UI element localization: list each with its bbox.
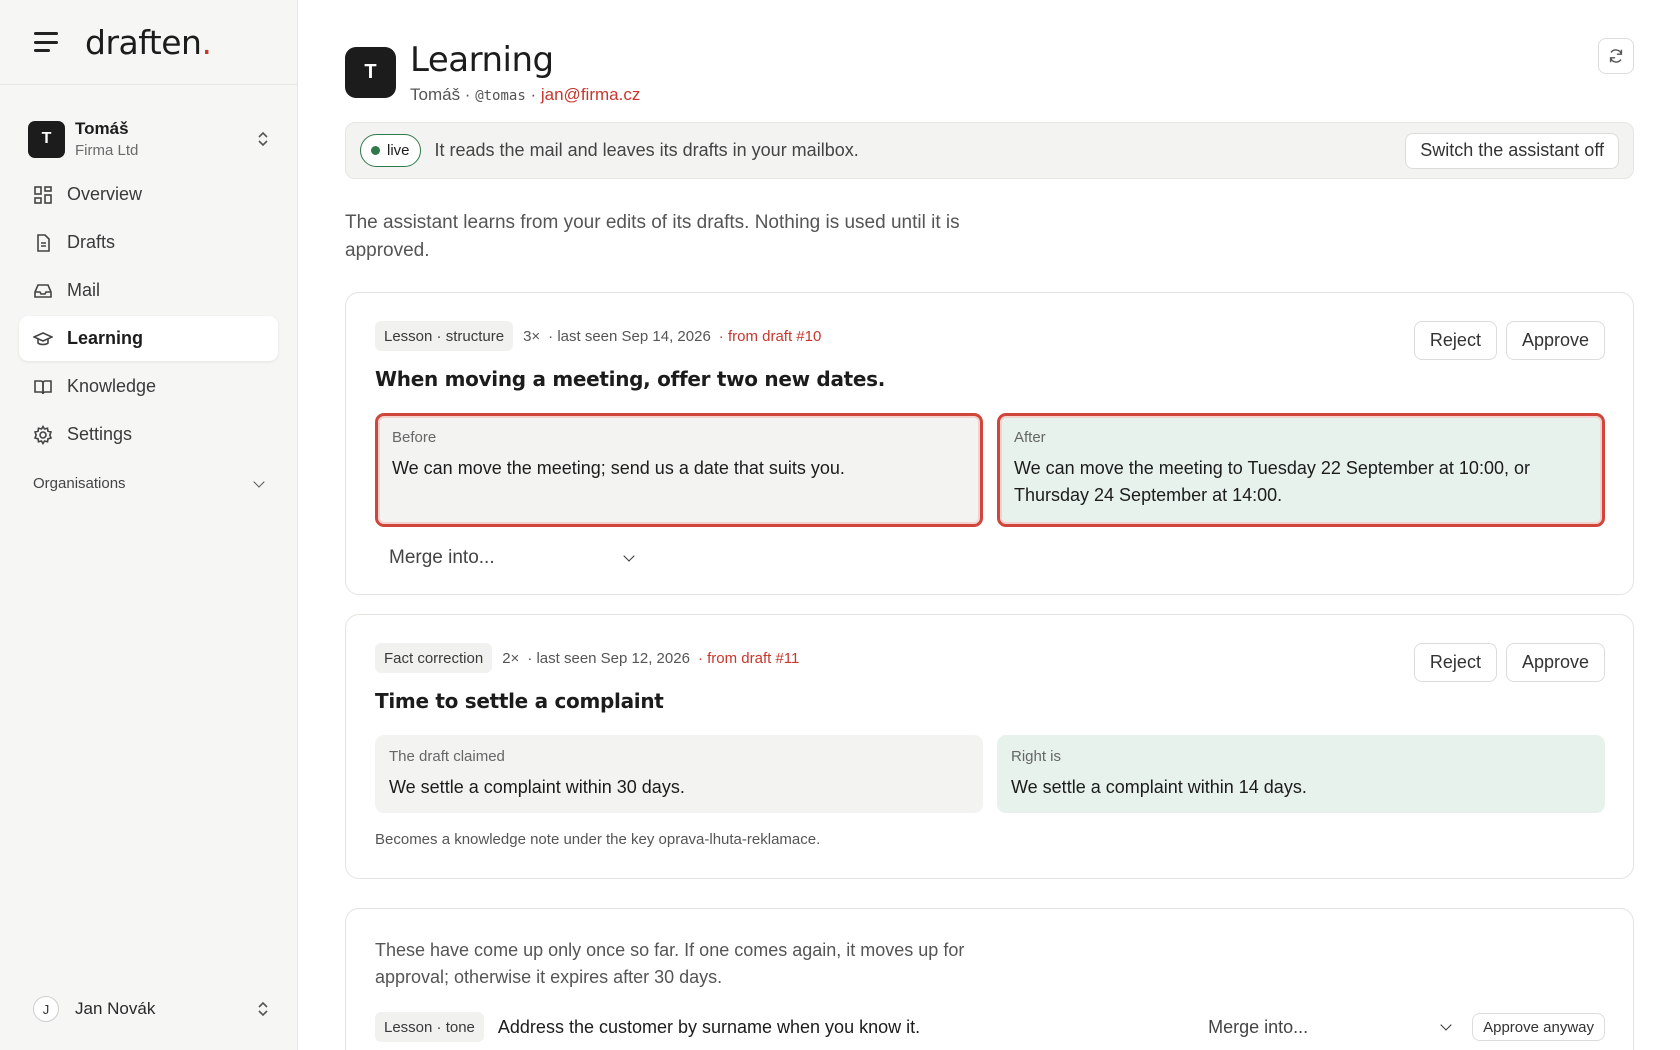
intro-text: The assistant learns from your edits of …: [345, 212, 960, 261]
pending-description: These have come up only once so far. If …: [375, 940, 965, 987]
chevron-down-icon: [253, 475, 265, 488]
grid-icon: [33, 185, 53, 205]
document-icon: [33, 233, 53, 253]
header-handle: @tomas: [475, 88, 526, 104]
lesson-actions: Reject Approve: [1413, 643, 1605, 682]
account-name: Tomáš: [75, 119, 129, 138]
graduation-cap-icon: [33, 329, 53, 349]
before-box: Before We can move the meeting; send us …: [375, 413, 983, 527]
fact-correction-card: Fact correction 2× · last seen Sep 12, 2…: [345, 614, 1634, 879]
lesson-card: Lesson · structure 3× · last seen Sep 14…: [345, 292, 1634, 595]
lesson-comparison: Before We can move the meeting; send us …: [375, 413, 1605, 527]
sidebar-item-settings[interactable]: Settings: [19, 412, 278, 457]
before-label: Before: [392, 429, 437, 446]
lesson-comparison: The draft claimed We settle a complaint …: [375, 735, 1605, 813]
lesson-source-link[interactable]: · from draft #11: [698, 650, 799, 667]
sidebar-item-label: Overview: [67, 184, 143, 204]
sidebar-item-label: Drafts: [67, 232, 116, 252]
approve-button[interactable]: Approve: [1505, 321, 1605, 360]
reject-button[interactable]: Reject: [1413, 643, 1497, 682]
lesson-title: Time to settle a complaint: [375, 689, 664, 713]
pending-lessons-card: These have come up only once so far. If …: [345, 908, 1634, 1050]
account-switcher[interactable]: T Tomáš Firma Ltd: [0, 116, 297, 162]
lesson-count: 2×: [502, 649, 520, 667]
lesson-source-link[interactable]: · from draft #10: [719, 328, 822, 345]
page-title: Learning: [410, 40, 554, 80]
gear-icon: [33, 424, 53, 445]
knowledge-note: Becomes a knowledge note under the key o…: [375, 831, 821, 848]
header-name: Tomáš: [410, 85, 461, 104]
pending-lesson-text: Address the customer by surname when you…: [497, 1016, 921, 1037]
chevron-up-down-icon: [257, 1000, 269, 1018]
approve-button[interactable]: Approve: [1505, 643, 1605, 682]
right-is-text: We settle a complaint within 14 days.: [1011, 777, 1307, 797]
lesson-count: 3×: [523, 327, 541, 345]
sidebar-item-overview[interactable]: Overview: [19, 172, 278, 217]
lesson-title: When moving a meeting, offer two new dat…: [375, 367, 886, 391]
approve-anyway-button[interactable]: Approve anyway: [1472, 1013, 1605, 1041]
lesson-actions: Reject Approve: [1413, 321, 1605, 360]
chevron-down-icon: [623, 550, 635, 562]
user-switcher[interactable]: J Jan Novák: [33, 996, 269, 1022]
chevron-up-down-icon: [257, 130, 269, 148]
inbox-icon: [33, 281, 53, 301]
page-subtitle: Tomáš · @tomas · jan@firma.cz: [410, 85, 641, 104]
main-content: T Learning Tomáš · @tomas · jan@firma.cz…: [345, 0, 1634, 1050]
lesson-tag: Lesson · structure: [375, 321, 514, 351]
after-box: After We can move the meeting to Tuesday…: [997, 413, 1605, 527]
pending-lesson-row: Lesson · tone Address the customer by su…: [375, 1012, 1605, 1042]
live-dot-icon: [371, 146, 380, 155]
menu-icon[interactable]: [34, 32, 58, 52]
reject-button[interactable]: Reject: [1413, 321, 1497, 360]
organisations-toggle[interactable]: Organisations: [0, 475, 297, 492]
sidebar-item-mail[interactable]: Mail: [19, 268, 278, 313]
book-icon: [33, 377, 53, 397]
sidebar-item-drafts[interactable]: Drafts: [19, 220, 278, 265]
status-badge: live: [360, 134, 421, 167]
lesson-last-seen: · last seen Sep 14, 2026: [548, 327, 711, 345]
right-is-label: Right is: [1011, 748, 1062, 765]
sidebar-item-label: Settings: [67, 424, 133, 444]
account-avatar: T: [28, 120, 65, 158]
brand-row: draften.: [0, 0, 297, 85]
account-org: Firma Ltd: [75, 142, 139, 159]
draft-claimed-label: The draft claimed: [389, 748, 505, 765]
before-text: We can move the meeting; send us a date …: [392, 458, 845, 478]
page-header: T Learning Tomáš · @tomas · jan@firma.cz: [345, 41, 1634, 105]
after-text: We can move the meeting to Tuesday 22 Se…: [1014, 458, 1530, 505]
sidebar-item-label: Knowledge: [67, 376, 157, 396]
organisations-label: Organisations: [33, 475, 126, 492]
logo[interactable]: draften.: [85, 23, 212, 62]
status-text: It reads the mail and leaves its drafts …: [434, 140, 859, 160]
sidebar-nav: Overview Drafts Mail Learning Knowledge …: [0, 172, 297, 457]
chevron-down-icon: [1440, 1019, 1452, 1031]
after-label: After: [1014, 429, 1046, 446]
sidebar-item-learning[interactable]: Learning: [19, 316, 278, 361]
user-avatar: J: [33, 996, 59, 1022]
lesson-tag: Lesson · tone: [375, 1012, 484, 1042]
sidebar-item-knowledge[interactable]: Knowledge: [19, 364, 278, 409]
right-is-box: Right is We settle a complaint within 14…: [997, 735, 1605, 813]
assistant-status-bar: live It reads the mail and leaves its dr…: [345, 122, 1634, 179]
agent-avatar: T: [345, 47, 396, 98]
sidebar-item-label: Mail: [67, 280, 101, 300]
switch-assistant-off-button[interactable]: Switch the assistant off: [1405, 132, 1619, 169]
sidebar: draften. T Tomáš Firma Ltd Overview Draf…: [0, 0, 298, 1050]
lesson-last-seen: · last seen Sep 12, 2026: [527, 649, 690, 667]
refresh-icon: [1609, 49, 1623, 63]
sidebar-item-label: Learning: [67, 328, 144, 348]
draft-claimed-text: We settle a complaint within 30 days.: [389, 777, 685, 797]
lesson-tag: Fact correction: [375, 643, 493, 673]
draft-claimed-box: The draft claimed We settle a complaint …: [375, 735, 983, 813]
user-name: Jan Novák: [75, 999, 156, 1018]
merge-into-select[interactable]: Merge into...: [389, 541, 649, 575]
refresh-button[interactable]: [1598, 38, 1634, 74]
merge-into-select[interactable]: Merge into...: [1208, 1017, 1458, 1038]
header-email[interactable]: jan@firma.cz: [541, 85, 640, 104]
